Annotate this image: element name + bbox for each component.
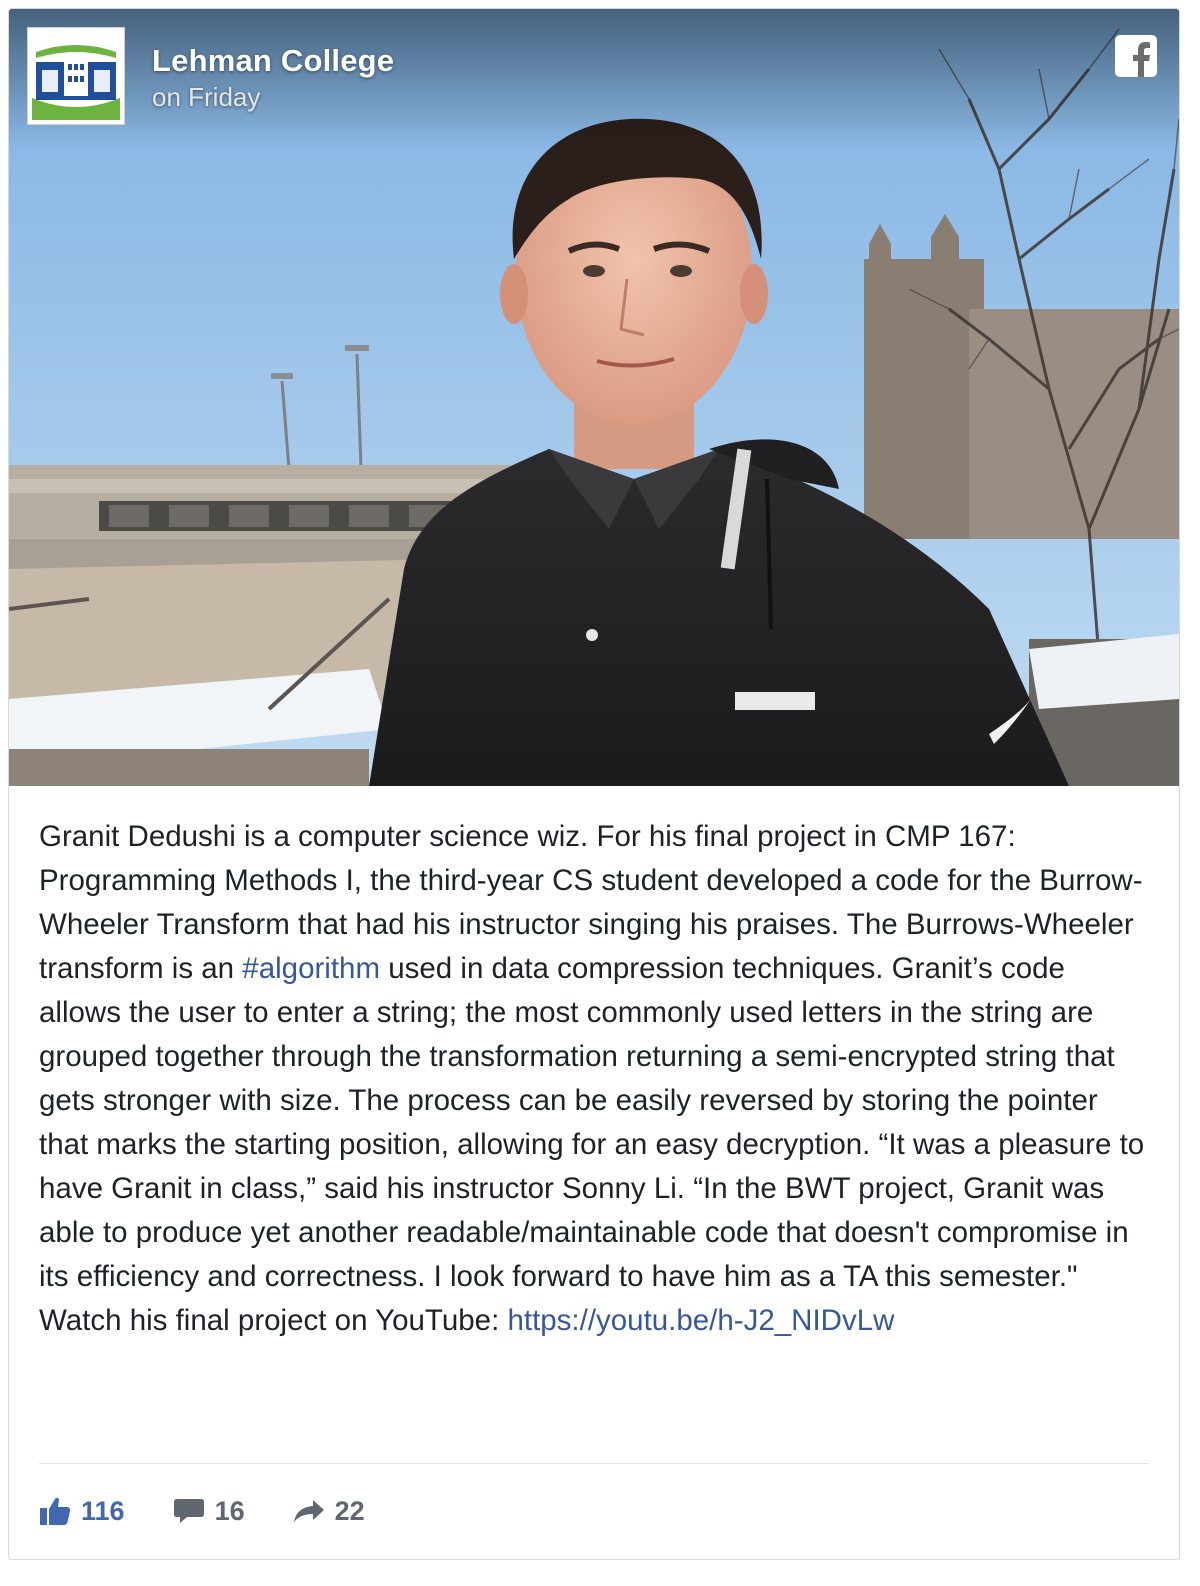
post-photo[interactable]: Lehman College on Friday bbox=[9, 9, 1179, 786]
comment-count: 16 bbox=[214, 1495, 245, 1526]
comment-stat[interactable]: 16 bbox=[173, 1496, 245, 1527]
comment-icon bbox=[173, 1499, 204, 1523]
post-body-text: Granit Dedushi is a computer science wiz… bbox=[39, 815, 1155, 1343]
post-text-part: used in data compression techniques. Gra… bbox=[39, 952, 1145, 1337]
share-stat[interactable]: 22 bbox=[293, 1496, 365, 1527]
page-name[interactable]: Lehman College bbox=[152, 43, 394, 79]
share-arrow-icon bbox=[293, 1500, 324, 1522]
facebook-icon[interactable] bbox=[1115, 35, 1157, 77]
lehman-college-logo[interactable] bbox=[27, 27, 125, 125]
divider bbox=[39, 1463, 1149, 1464]
share-count: 22 bbox=[334, 1495, 365, 1526]
engagement-stats: 116 16 22 bbox=[39, 1491, 413, 1531]
facebook-post-card: Lehman College on Friday Granit Dedushi … bbox=[8, 8, 1180, 1560]
header-gradient bbox=[9, 9, 1179, 149]
hashtag-link[interactable]: #algorithm bbox=[242, 952, 380, 985]
like-count: 116 bbox=[81, 1495, 125, 1526]
post-timestamp[interactable]: on Friday bbox=[152, 82, 260, 113]
youtube-link[interactable]: https://youtu.be/h-J2_NIDvLw bbox=[507, 1304, 894, 1337]
like-stat[interactable]: 116 bbox=[39, 1496, 125, 1527]
like-thumb-icon bbox=[40, 1497, 71, 1525]
